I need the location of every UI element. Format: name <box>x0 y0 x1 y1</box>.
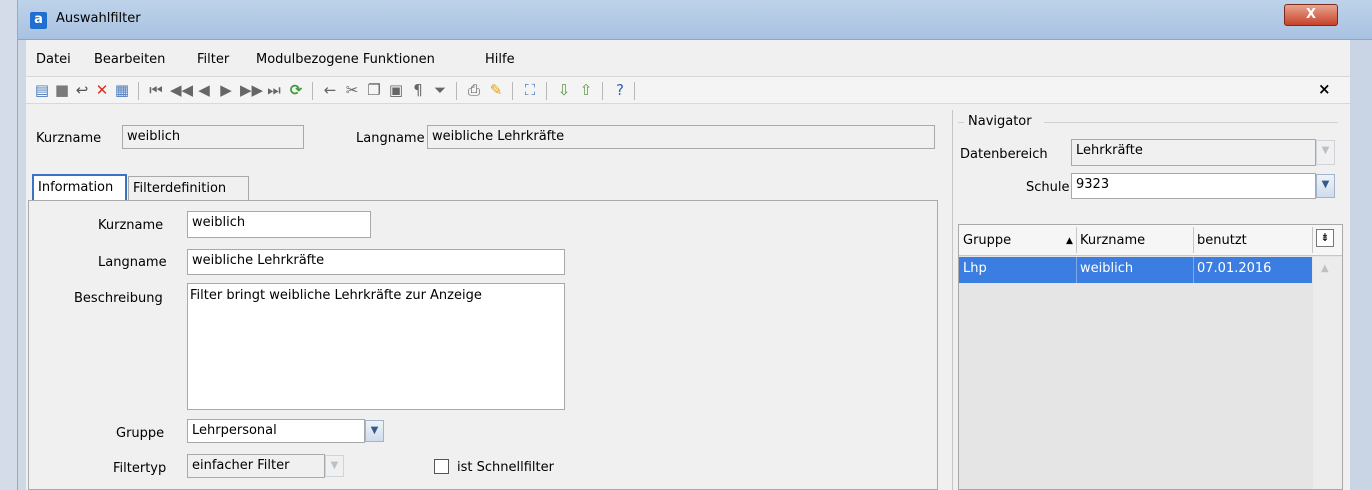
datenbereich-label: Datenbereich <box>960 147 1048 162</box>
beschreibung-textarea[interactable]: Filter bringt weibliche Lehrkräfte zur A… <box>187 283 565 410</box>
prev-icon[interactable]: ◀ <box>196 82 212 98</box>
prev-page-icon[interactable]: ◀◀ <box>170 82 193 98</box>
filtertyp-select[interactable]: einfacher Filter <box>187 454 325 478</box>
gruppe-label: Gruppe <box>116 426 165 441</box>
menu-datei[interactable]: Datei <box>36 52 71 67</box>
help-icon[interactable]: ? <box>612 82 628 98</box>
tab-filterdefinition[interactable]: Filterdefinition <box>128 176 249 202</box>
menu-modulbezogene-funktionen[interactable]: Modulbezogene Funktionen <box>256 52 435 67</box>
column-gruppe[interactable]: Gruppe <box>963 233 1011 248</box>
schule-select[interactable]: 9323 <box>1071 173 1316 199</box>
kurzname-input[interactable]: weiblich <box>187 211 371 238</box>
grid-header: Gruppe ▲ Kurzname benutzt ⇟ <box>959 225 1342 256</box>
header-kurzname-label: Kurzname <box>36 131 102 146</box>
header-kurzname-field[interactable]: weiblich <box>122 125 304 149</box>
last-icon[interactable]: ⏭ <box>266 82 282 98</box>
first-icon[interactable]: ⏮ <box>148 82 164 98</box>
background-window-edge <box>1350 40 1372 490</box>
langname-input[interactable]: weibliche Lehrkräfte <box>187 249 565 275</box>
import-icon[interactable]: ⇩ <box>556 82 572 98</box>
filter-icon[interactable]: ⏷ <box>432 82 448 98</box>
datenbereich-select[interactable]: Lehrkräfte <box>1071 139 1316 166</box>
copy-icon[interactable]: ❐ <box>366 82 382 98</box>
delete-icon[interactable]: ✕ <box>94 82 110 98</box>
undo-icon[interactable]: ↩ <box>74 82 90 98</box>
datenbereich-dropdown-arrow-icon[interactable]: ▼ <box>1316 140 1335 165</box>
panel-close-button[interactable]: × <box>1318 80 1331 98</box>
next-page-icon[interactable]: ▶▶ <box>240 82 263 98</box>
scroll-up-icon[interactable]: ▲ <box>1321 263 1329 274</box>
new-icon[interactable]: ▤ <box>34 82 50 98</box>
tab-information[interactable]: Information <box>32 174 127 200</box>
schnellfilter-label: ist Schnellfilter <box>457 460 554 475</box>
filtertyp-dropdown-arrow-icon[interactable]: ▼ <box>325 455 344 477</box>
app-icon: a <box>30 12 47 29</box>
gruppe-select[interactable]: Lehrpersonal <box>187 419 365 443</box>
menu-filter[interactable]: Filter <box>197 52 229 67</box>
column-chooser-icon[interactable]: ⇟ <box>1316 229 1334 247</box>
column-benutzt[interactable]: benutzt <box>1197 233 1247 248</box>
filter-grid: Gruppe ▲ Kurzname benutzt ⇟ Lhp weiblich… <box>958 224 1343 490</box>
window-close-button[interactable]: X <box>1284 4 1338 26</box>
select-icon[interactable]: ⛶ <box>522 82 538 98</box>
back-icon[interactable]: ← <box>322 82 338 98</box>
menu-bar: Datei Bearbeiten Filter Modulbezogene Fu… <box>26 48 1350 72</box>
cell-gruppe: Lhp <box>963 261 987 276</box>
filtertyp-label: Filtertyp <box>113 461 167 476</box>
next-icon[interactable]: ▶ <box>218 82 234 98</box>
cell-benutzt: 07.01.2016 <box>1197 261 1272 276</box>
refresh-icon[interactable]: ⟳ <box>288 82 304 98</box>
menu-bearbeiten[interactable]: Bearbeiten <box>94 52 165 67</box>
menu-hilfe[interactable]: Hilfe <box>485 52 515 67</box>
print-icon[interactable]: ⎙ <box>466 82 482 98</box>
schule-label: Schule <box>1026 180 1070 195</box>
navigator-title: Navigator <box>968 114 1032 129</box>
paste-icon[interactable]: ▣ <box>388 82 404 98</box>
cut-icon[interactable]: ✂ <box>344 82 360 98</box>
schnellfilter-checkbox[interactable] <box>434 459 449 474</box>
sort-ascending-icon: ▲ <box>1066 236 1073 246</box>
header-langname-label: Langname <box>356 131 425 146</box>
toolbar: ▤ ■ ↩ ✕ ▦ ⏮ ◀◀ ◀ ▶ ▶▶ ⏭ ⟳ ← ✂ ❐ ▣ ¶ ⏷ ⎙ … <box>26 76 1350 104</box>
properties-icon[interactable]: ▦ <box>114 82 130 98</box>
title-bar: a Auswahlfilter X <box>18 0 1372 40</box>
window-title: Auswahlfilter <box>56 11 141 26</box>
beschreibung-label: Beschreibung <box>74 291 163 306</box>
gruppe-dropdown-arrow-icon[interactable]: ▼ <box>365 420 384 442</box>
export-icon[interactable]: ⇧ <box>578 82 594 98</box>
background-window-strip <box>0 0 18 490</box>
save-icon[interactable]: ■ <box>54 82 70 98</box>
kurzname-label: Kurzname <box>98 218 164 233</box>
grid-scrollbar[interactable]: ▲ <box>1313 257 1342 489</box>
header-langname-field[interactable]: weibliche Lehrkräfte <box>427 125 935 149</box>
cell-kurzname: weiblich <box>1080 261 1134 276</box>
format-icon[interactable]: ¶ <box>410 82 426 98</box>
langname-label: Langname <box>98 255 167 270</box>
column-kurzname[interactable]: Kurzname <box>1080 233 1145 248</box>
table-row[interactable]: Lhp weiblich 07.01.2016 <box>959 257 1312 283</box>
schule-dropdown-arrow-icon[interactable]: ▼ <box>1316 174 1335 198</box>
clear-icon[interactable]: ✎ <box>488 82 504 98</box>
